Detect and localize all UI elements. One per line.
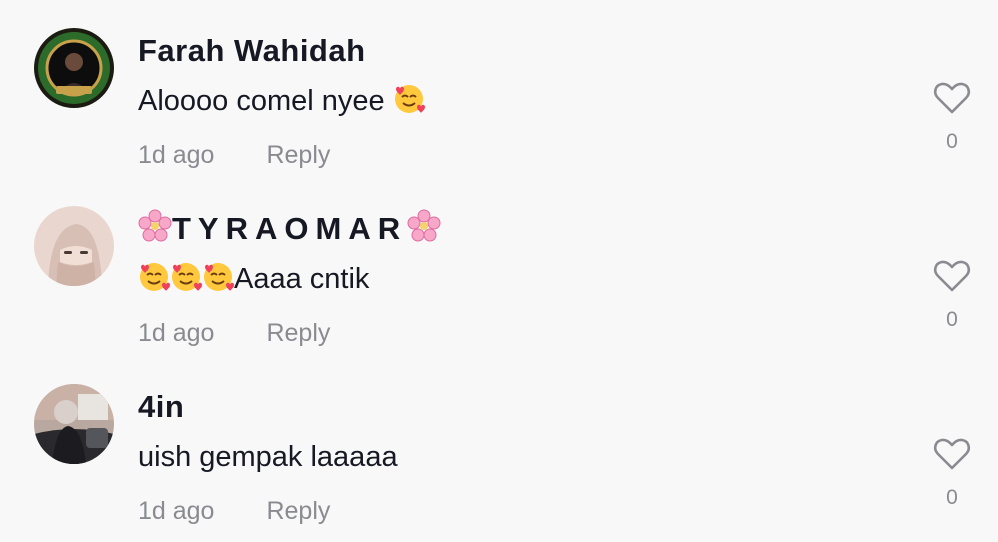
avatar-image bbox=[34, 206, 114, 286]
smiling-face-with-hearts-icon bbox=[394, 85, 425, 113]
comment-item: TYRAOMAR Aaaa cntik 1d ago Reply 0 bbox=[0, 178, 998, 356]
comment-meta: 1d ago Reply bbox=[138, 140, 330, 170]
heart-outline-icon[interactable] bbox=[932, 256, 972, 296]
comment-meta: 1d ago Reply bbox=[138, 496, 330, 526]
reply-button[interactable]: Reply bbox=[266, 319, 330, 347]
comment-body: Aloooo comel nyee bbox=[138, 85, 385, 117]
timestamp: 1d ago bbox=[138, 319, 215, 347]
cherry-blossom-icon bbox=[407, 209, 441, 242]
heart-outline-icon[interactable] bbox=[932, 78, 972, 118]
username-text: TYRAOMAR bbox=[172, 211, 408, 246]
timestamp: 1d ago bbox=[138, 141, 215, 169]
comment-meta: 1d ago Reply bbox=[138, 318, 330, 348]
smiling-face-with-hearts-icon bbox=[172, 263, 202, 291]
avatar[interactable] bbox=[34, 384, 114, 464]
comment-item: Farah Wahidah Aloooo comel nyee 1d ago Re… bbox=[0, 0, 998, 178]
timestamp: 1d ago bbox=[138, 497, 215, 525]
comment-item: 4in uish gempak laaaaa 1d ago Reply 0 bbox=[0, 356, 998, 534]
comment-text: uish gempak laaaaa bbox=[138, 438, 398, 476]
like-count: 0 bbox=[946, 130, 958, 153]
username[interactable]: 4in bbox=[138, 387, 184, 427]
comment-body: uish gempak laaaaa bbox=[138, 441, 398, 473]
avatar-image bbox=[34, 384, 114, 464]
comment-text: Aaaa cntik bbox=[138, 260, 369, 298]
reply-button[interactable]: Reply bbox=[266, 497, 330, 525]
like-count: 0 bbox=[946, 308, 958, 331]
username[interactable]: Farah Wahidah bbox=[138, 31, 366, 71]
cherry-blossom-icon bbox=[138, 209, 172, 242]
like-count: 0 bbox=[946, 486, 958, 509]
avatar[interactable] bbox=[34, 206, 114, 286]
comment-text: Aloooo comel nyee bbox=[138, 82, 425, 120]
smiling-face-with-hearts-icon bbox=[140, 263, 170, 291]
reply-button[interactable]: Reply bbox=[266, 141, 330, 169]
comment-body: Aaaa cntik bbox=[234, 263, 370, 295]
avatar[interactable] bbox=[34, 28, 114, 108]
smiling-face-with-hearts-icon bbox=[204, 263, 234, 291]
username[interactable]: TYRAOMAR bbox=[138, 209, 441, 249]
avatar-image bbox=[34, 28, 114, 108]
heart-outline-icon[interactable] bbox=[932, 434, 972, 474]
